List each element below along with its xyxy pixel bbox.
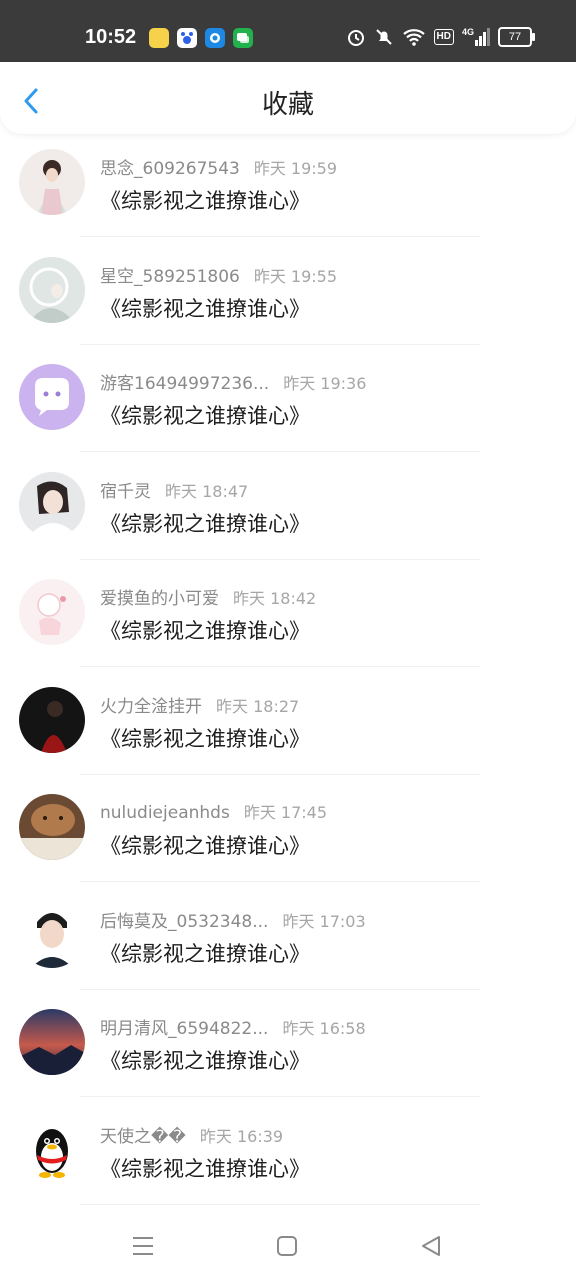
- signal-icon: 4G: [462, 28, 490, 46]
- divider: [80, 451, 480, 452]
- list-item[interactable]: 明月清风_6594822... 昨天 16:58 《综影视之谁撩谁心》: [0, 1000, 576, 1108]
- avatar[interactable]: [19, 579, 85, 645]
- avatar[interactable]: [19, 256, 85, 323]
- battery-level: 77: [498, 27, 535, 47]
- baidu-notification-icon: [177, 28, 197, 48]
- divider: [80, 773, 480, 775]
- avatar[interactable]: [19, 149, 85, 215]
- avatar[interactable]: [19, 1009, 85, 1075]
- book-title[interactable]: 《综影视之谁撩谁心》: [100, 400, 310, 430]
- app-notification-icon: [149, 28, 169, 48]
- system-nav-bar: [0, 1210, 576, 1280]
- avatar[interactable]: [19, 686, 85, 753]
- book-title[interactable]: 《综影视之谁撩谁心》: [100, 938, 310, 968]
- user-name: 爱摸鱼的小可爱: [100, 589, 219, 609]
- network-type: 4G: [461, 27, 474, 37]
- timestamp: 昨天 16:39: [199, 1126, 284, 1146]
- user-name: 思念_609267543: [100, 159, 240, 179]
- notification-icons: [149, 28, 253, 48]
- book-title[interactable]: 《综影视之谁撩谁心》: [100, 293, 310, 323]
- divider: [80, 988, 480, 990]
- avatar[interactable]: [19, 471, 85, 538]
- divider: [80, 343, 480, 345]
- user-name: 星空_589251806: [100, 266, 240, 287]
- book-title[interactable]: 《综影视之谁撩谁心》: [100, 830, 310, 860]
- system-status-icons: HD 4G 77: [346, 27, 535, 47]
- user-name: nuludiejeanhds: [100, 803, 230, 823]
- back-triangle-icon: [422, 1236, 440, 1256]
- list-item[interactable]: 天使之�� 昨天 16:39 《综影视之谁撩谁心》: [0, 1108, 576, 1216]
- list-item[interactable]: 游客16494997236... 昨天 19:36 《综影视之谁撩谁心》: [0, 355, 576, 463]
- book-title[interactable]: 《综影视之谁撩谁心》: [100, 1153, 310, 1183]
- book-title[interactable]: 《综影视之谁撩谁心》: [100, 185, 310, 215]
- user-name: 天使之��: [100, 1126, 186, 1147]
- user-name: 游客16494997236...: [100, 374, 270, 394]
- timestamp: 昨天 19:36: [283, 374, 367, 393]
- list-item[interactable]: 爱摸鱼的小可爱 昨天 18:42 《综影视之谁撩谁心》: [0, 570, 576, 678]
- divider: [80, 881, 480, 882]
- divider: [80, 558, 480, 560]
- timestamp: 昨天 19:59: [253, 159, 338, 178]
- timestamp: 昨天 18:42: [233, 589, 317, 608]
- user-name: 后悔莫及_0532348...: [100, 911, 269, 932]
- browser-notification-icon: [205, 28, 225, 48]
- timestamp: 昨天 16:58: [282, 1019, 366, 1038]
- wifi-icon: [402, 29, 425, 46]
- list-item[interactable]: 火力全淦挂开 昨天 18:27 《综影视之谁撩谁心》: [0, 678, 576, 786]
- divider: [80, 236, 480, 237]
- home-square-icon: [277, 1236, 297, 1256]
- back-nav-button[interactable]: [415, 1230, 447, 1262]
- page-title: 收藏: [261, 90, 314, 120]
- book-title[interactable]: 《综影视之谁撩谁心》: [100, 723, 310, 753]
- timestamp: 昨天 17:45: [243, 803, 328, 822]
- avatar[interactable]: [19, 794, 85, 860]
- timestamp: 昨天 18:47: [165, 481, 249, 501]
- divider: [80, 1096, 480, 1097]
- chat-notification-icon: [233, 28, 253, 48]
- avatar[interactable]: [19, 901, 85, 968]
- timestamp: 昨天 18:27: [216, 696, 300, 716]
- menu-icon: [133, 1237, 153, 1255]
- status-bar: 10:52 HD 4G 77: [0, 0, 576, 62]
- user-name: 明月清风_6594822...: [100, 1019, 269, 1039]
- home-button[interactable]: [271, 1230, 303, 1262]
- hd-badge: HD: [433, 29, 454, 45]
- favorites-list: 思念_609267543 昨天 19:59 《综影视之谁撩谁心》 星空_58925…: [0, 140, 576, 1215]
- menu-button[interactable]: [127, 1230, 159, 1262]
- book-title[interactable]: 《综影视之谁撩谁心》: [100, 615, 310, 645]
- alarm-icon: [347, 30, 364, 46]
- timestamp: 昨天 17:03: [282, 911, 366, 931]
- list-item[interactable]: 思念_609267543 昨天 19:59 《综影视之谁撩谁心》: [0, 140, 576, 248]
- list-item[interactable]: 后悔莫及_0532348... 昨天 17:03 《综影视之谁撩谁心》: [0, 893, 576, 1001]
- divider: [80, 666, 480, 667]
- divider: [80, 1203, 480, 1205]
- timestamp: 昨天 19:55: [253, 266, 338, 286]
- user-name: 火力全淦挂开: [100, 696, 202, 717]
- page-header: 收藏: [0, 62, 576, 134]
- user-name: 宿千灵: [100, 481, 151, 502]
- book-title[interactable]: 《综影视之谁撩谁心》: [100, 508, 310, 538]
- avatar[interactable]: [19, 1116, 85, 1183]
- avatar[interactable]: [19, 364, 85, 430]
- list-item[interactable]: nuludiejeanhds 昨天 17:45 《综影视之谁撩谁心》: [0, 785, 576, 893]
- status-time: 10:52: [85, 26, 137, 48]
- mute-bell-icon: [375, 29, 392, 45]
- list-item[interactable]: 宿千灵 昨天 18:47 《综影视之谁撩谁心》: [0, 463, 576, 571]
- list-item[interactable]: 星空_589251806 昨天 19:55 《综影视之谁撩谁心》: [0, 248, 576, 356]
- book-title[interactable]: 《综影视之谁撩谁心》: [100, 1045, 310, 1075]
